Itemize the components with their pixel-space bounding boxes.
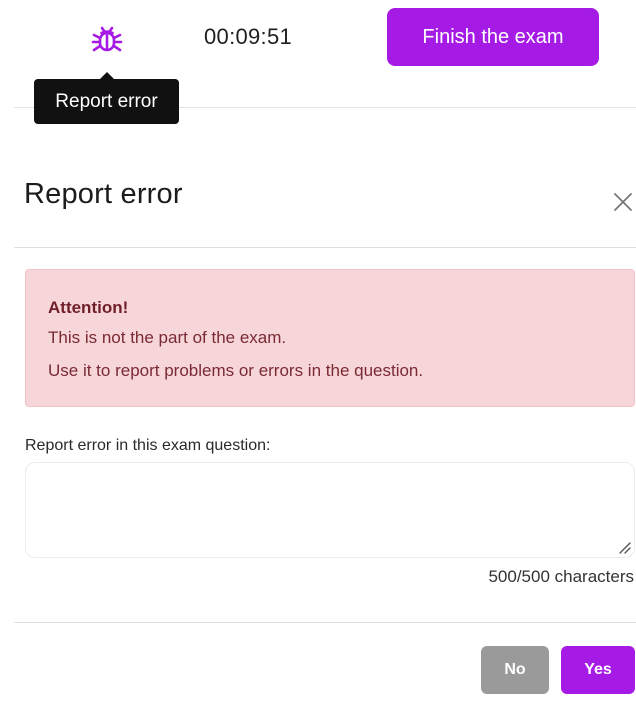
exam-topbar: 00:09:51 Finish the exam Report error xyxy=(0,0,636,124)
yes-button[interactable]: Yes xyxy=(561,646,635,694)
finish-exam-button[interactable]: Finish the exam xyxy=(387,8,599,66)
resize-handle-icon[interactable] xyxy=(617,540,631,554)
report-field-label: Report error in this exam question: xyxy=(25,437,271,454)
modal-footer-divider xyxy=(14,622,636,623)
modal-title: Report error xyxy=(24,178,183,210)
alert-message-line: This is not the part of the exam. xyxy=(48,328,287,347)
bug-icon[interactable] xyxy=(89,21,125,57)
alert-title: Attention! xyxy=(48,298,129,317)
attention-alert: Attention! This is not the part of the e… xyxy=(25,269,635,407)
character-counter: 500/500 characters xyxy=(488,567,634,586)
modal-header-divider xyxy=(14,247,636,248)
report-error-tooltip: Report error xyxy=(34,79,179,124)
no-button[interactable]: No xyxy=(481,646,549,694)
close-icon[interactable] xyxy=(611,190,635,214)
alert-message-line: Use it to report problems or errors in t… xyxy=(48,361,424,380)
report-error-textarea[interactable] xyxy=(25,462,635,558)
exam-timer: 00:09:51 xyxy=(204,24,293,49)
